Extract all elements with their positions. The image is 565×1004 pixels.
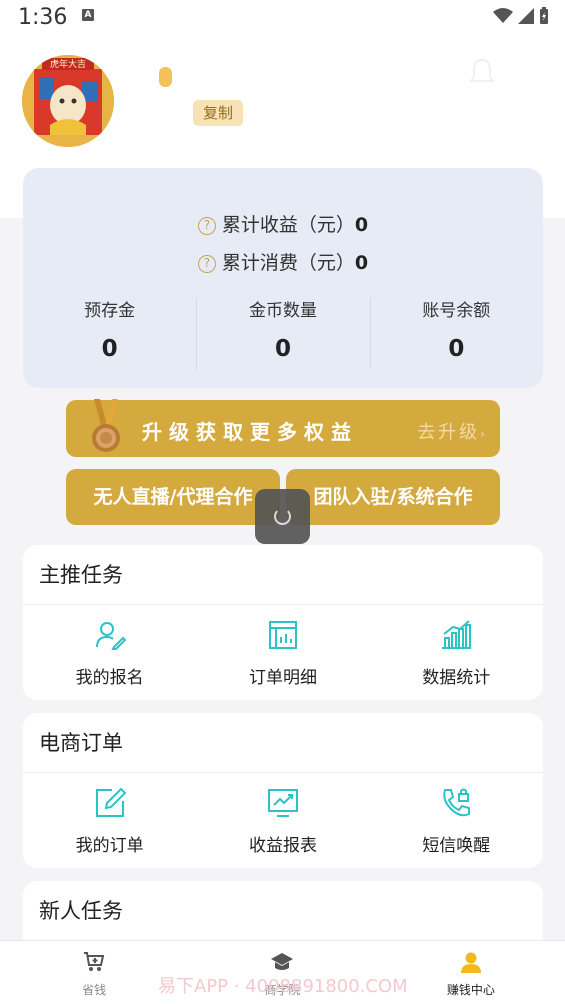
stat-prepaid[interactable]: 预存金 0 xyxy=(23,296,196,362)
stat-value: 0 xyxy=(101,336,118,362)
report-icon xyxy=(268,621,297,649)
avatar[interactable]: 虎年大吉 xyxy=(22,55,114,147)
item-label: 我的报名 xyxy=(75,668,144,688)
cumulative-income-label: 累计收益（元） xyxy=(221,214,355,236)
section-title: 主推任务 xyxy=(23,545,543,605)
data-stats-button[interactable]: 数据统计 xyxy=(370,605,543,700)
help-icon[interactable]: ? xyxy=(197,217,216,235)
income-report-button[interactable]: 收益报表 xyxy=(196,773,369,868)
stat-label: 预存金 xyxy=(84,301,136,321)
watermark: 易下APP · 4008891800.COM xyxy=(158,976,408,997)
section-title: 电商订单 xyxy=(23,713,543,773)
upgrade-link-label: 去升级 xyxy=(417,422,481,443)
medal-icon xyxy=(92,399,120,452)
cumulative-income-row: ? 累计收益（元）0 xyxy=(23,210,543,237)
trend-monitor-icon xyxy=(267,789,298,817)
cumulative-spend-row: ? 累计消费（元）0 xyxy=(23,248,543,275)
order-detail-button[interactable]: 订单明细 xyxy=(196,605,369,700)
upgrade-banner[interactable]: 升级获取更多权益 去升级› xyxy=(66,400,500,457)
item-label: 数据统计 xyxy=(422,668,491,688)
stat-value: 0 xyxy=(448,336,465,362)
edit-square-icon xyxy=(95,787,127,817)
signal-icon xyxy=(518,8,534,24)
graduation-cap-icon xyxy=(271,953,294,970)
cumulative-income-value: 0 xyxy=(354,214,369,236)
item-label: 我的订单 xyxy=(75,836,144,856)
my-signup-button[interactable]: 我的报名 xyxy=(23,605,196,700)
stat-label: 账号余额 xyxy=(422,301,491,321)
stat-value: 0 xyxy=(274,336,291,362)
chevron-right-icon: › xyxy=(480,427,488,441)
team-system-button[interactable]: 团队入驻/系统合作 xyxy=(286,469,500,525)
item-label: 短信唤醒 xyxy=(422,836,491,856)
loading-spinner xyxy=(255,489,310,544)
cart-icon xyxy=(84,952,105,971)
upgrade-link[interactable]: 去升级› xyxy=(417,418,488,444)
copy-button[interactable]: 复制 xyxy=(193,100,243,126)
person-edit-icon xyxy=(95,622,127,650)
stats-card: ? 累计收益（元）0 ? 累计消费（元）0 预存金 0 金币数量 0 账号余额 0 xyxy=(23,168,543,388)
battery-icon xyxy=(540,7,548,24)
wifi-icon xyxy=(493,8,513,23)
cumulative-spend-value: 0 xyxy=(354,252,369,274)
item-label: 收益报表 xyxy=(248,836,317,856)
section-ecommerce-orders: 电商订单 我的订单 收益报表 短信唤醒 xyxy=(23,713,543,868)
item-label: 订单明细 xyxy=(248,668,317,688)
cumulative-spend-label: 累计消费（元） xyxy=(221,252,355,274)
section-main-tasks: 主推任务 我的报名 订单明细 数据统计 xyxy=(23,545,543,700)
avatar-banner-text: 虎年大吉 xyxy=(50,58,86,70)
bell-icon[interactable] xyxy=(466,56,498,92)
notification-a-icon: A xyxy=(82,9,94,21)
spinner-icon xyxy=(274,508,291,525)
help-icon[interactable]: ? xyxy=(197,255,216,273)
upgrade-title: 升级获取更多权益 xyxy=(142,420,358,444)
nickname-placeholder xyxy=(159,67,172,87)
live-agent-button[interactable]: 无人直播/代理合作 xyxy=(66,469,280,525)
stat-label: 金币数量 xyxy=(248,301,317,321)
section-title: 新人任务 xyxy=(39,899,123,923)
stat-coins[interactable]: 金币数量 0 xyxy=(196,296,369,370)
my-orders-button[interactable]: 我的订单 xyxy=(23,773,196,868)
bar-chart-icon xyxy=(442,620,472,649)
phone-lock-icon xyxy=(443,788,471,817)
status-time: 1:36 xyxy=(18,5,68,30)
sms-wakeup-button[interactable]: 短信唤醒 xyxy=(370,773,543,868)
user-icon xyxy=(460,952,481,973)
stat-balance[interactable]: 账号余额 0 xyxy=(369,296,543,370)
status-bar: 1:36 A xyxy=(0,0,565,34)
